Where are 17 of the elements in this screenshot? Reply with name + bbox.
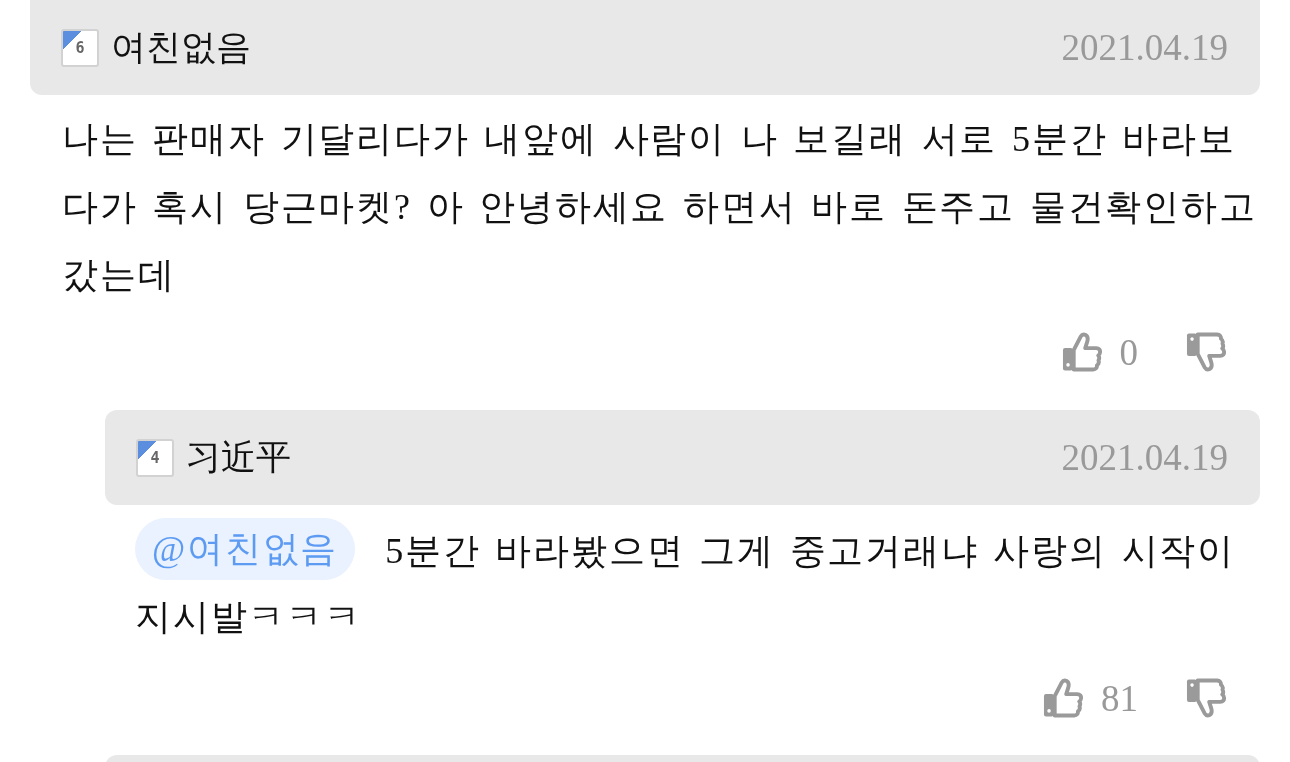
reply-text: @여친없음 5분간 바라봤으면 그게 중고거래냐 사랑의 시작이 지시발ㅋㅋㅋ bbox=[135, 518, 1250, 650]
comment-date: 2021.04.19 bbox=[1061, 436, 1228, 479]
dislike-button[interactable] bbox=[1186, 332, 1226, 372]
like-button[interactable]: 0 bbox=[1061, 330, 1138, 374]
thumbs-down-icon bbox=[1186, 678, 1226, 718]
level-badge: 6 bbox=[61, 28, 99, 67]
thumbs-up-icon bbox=[1061, 332, 1102, 372]
username: 习近平 bbox=[186, 437, 291, 479]
dislike-button[interactable] bbox=[1186, 678, 1226, 718]
thumbs-down-icon bbox=[1186, 332, 1226, 372]
comment-text: 나는 판매자 기달리다가 내앞에 사람이 나 보길래 서로 5분간 바라보다가 혹시 당근마켓? 아 안녕하세요 하면서 바로 돈주고 물건확인하고 갔는데 bbox=[62, 118, 1258, 297]
username: 여친없음 bbox=[111, 27, 251, 69]
level-badge: 4 bbox=[136, 438, 174, 477]
comment-date: 2021.04.19 bbox=[1061, 26, 1228, 69]
like-button[interactable]: 81 bbox=[1043, 676, 1138, 720]
thumbs-up-icon bbox=[1043, 678, 1083, 718]
mention-link[interactable]: @여친없음 bbox=[135, 518, 356, 580]
